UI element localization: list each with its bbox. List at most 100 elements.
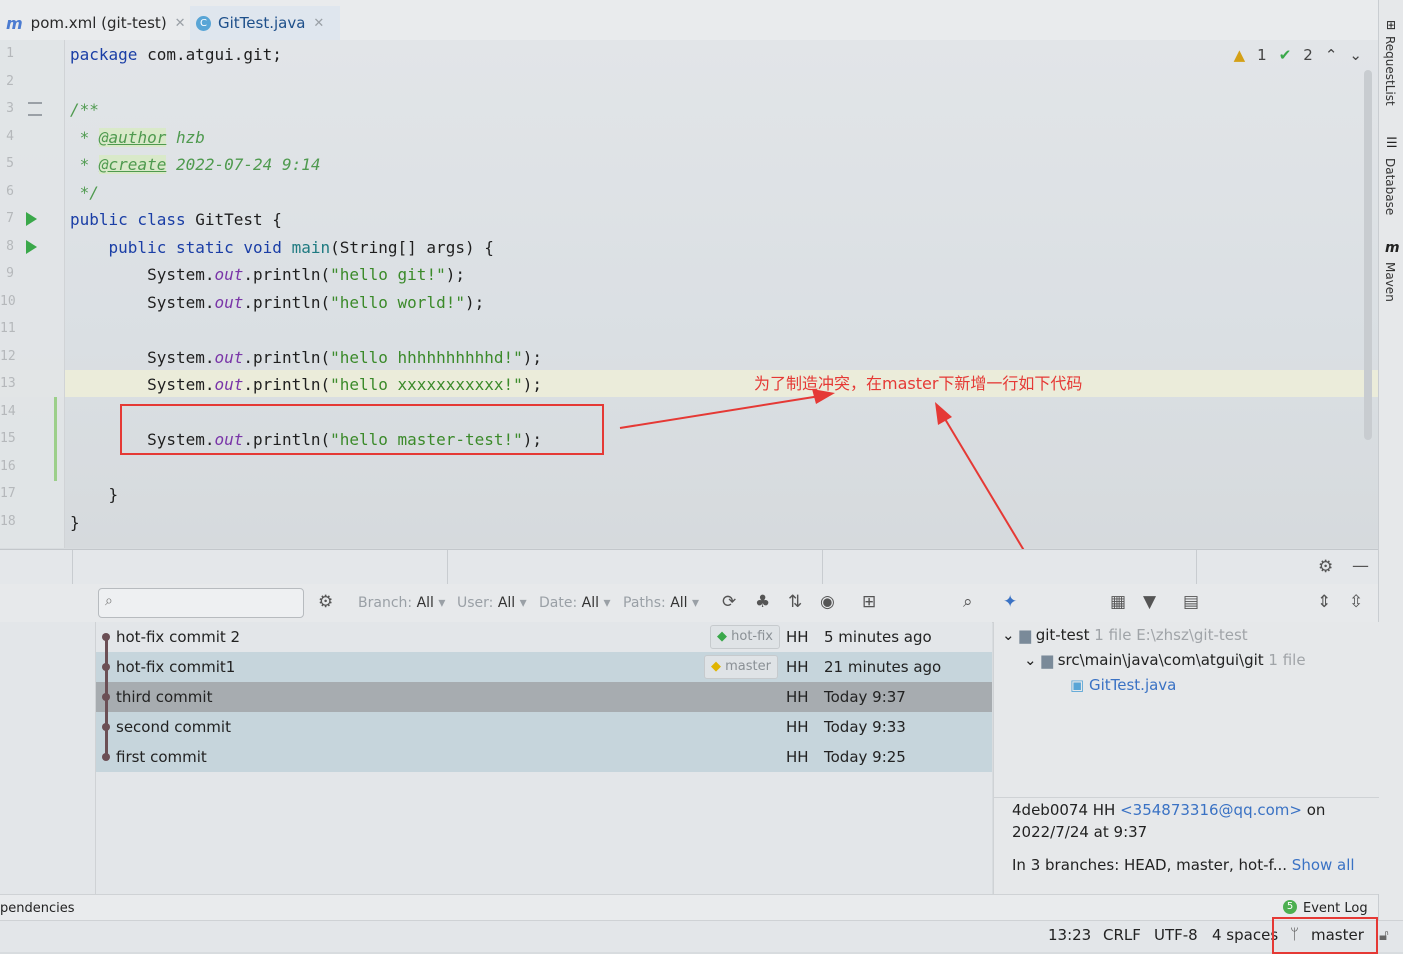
user-filter[interactable]: User: All ▾ — [457, 595, 527, 611]
cherry-pick-icon[interactable]: ♣ — [755, 592, 770, 612]
highlight-box — [120, 404, 604, 455]
tab-pom-xml[interactable]: m pom.xml (git-test) ✕ — [0, 6, 192, 40]
tree-root[interactable]: ⌄ ▆ git-test 1 file E:\zhsz\git-test — [1002, 626, 1248, 644]
caret-position[interactable]: 13:23 — [1048, 926, 1091, 944]
commit-author: HH — [786, 718, 809, 736]
eye-icon[interactable]: ◉ — [820, 592, 835, 612]
line-number: 4 — [6, 129, 14, 144]
code-line: public static void main(String[] args) { — [108, 238, 494, 257]
java-file-icon: ▣ — [1070, 676, 1085, 694]
line-number: 18 — [0, 514, 16, 529]
paths-filter[interactable]: Paths: All ▾ — [623, 595, 699, 611]
warning-count: 1 — [1257, 46, 1267, 64]
folder-icon: ▆ — [1019, 626, 1031, 644]
show-all-link[interactable]: Show all — [1292, 856, 1355, 874]
code-line: * @author hzb — [70, 128, 205, 147]
commit-date: Today 9:37 — [824, 688, 906, 706]
commit-author: HH — [786, 748, 809, 766]
table-row[interactable]: hot-fix commit1 ◆ master HH 21 minutes a… — [96, 652, 992, 682]
log-search-input[interactable]: ⌕ — [98, 588, 304, 618]
tab-label: pom.xml (git-test) — [30, 14, 167, 32]
tree-dir[interactable]: ⌄ ▆ src\main\java\com\atgui\git 1 file — [1024, 651, 1306, 669]
request-list-icon[interactable]: ⊞ — [1386, 18, 1396, 32]
gear-icon[interactable]: ⚙ — [1318, 557, 1333, 577]
run-class-icon[interactable] — [26, 212, 37, 226]
line-number: 1 — [6, 46, 14, 61]
line-number: 12 — [0, 349, 16, 364]
grid-icon[interactable]: ▦ — [1110, 592, 1126, 612]
date-filter[interactable]: Date: All ▾ — [539, 595, 610, 611]
close-icon[interactable]: ✕ — [313, 16, 324, 31]
line-number: 14 — [0, 404, 16, 419]
maven-tab[interactable]: Maven — [1383, 262, 1397, 302]
layout-icon[interactable]: ▤ — [1183, 592, 1199, 612]
branch-label: ◆ hot-fix — [710, 625, 781, 649]
table-row[interactable]: first commit HH Today 9:25 — [96, 742, 992, 772]
close-icon[interactable]: ✕ — [175, 16, 186, 31]
table-row[interactable]: hot-fix commit 2 ◆ hot-fix HH 5 minutes … — [96, 622, 992, 652]
fold-doc-icon[interactable] — [28, 102, 42, 116]
dependencies-tab[interactable]: pendencies — [0, 901, 75, 916]
tree-file[interactable]: ▣ GitTest.java — [1070, 676, 1176, 694]
expand-all-icon[interactable]: ⇕ — [1317, 592, 1331, 612]
refresh-icon[interactable]: ⟳ — [722, 592, 736, 612]
table-row[interactable]: third commit HH Today 9:37 — [96, 682, 992, 712]
run-main-icon[interactable] — [26, 240, 37, 254]
commit-author: HH — [786, 658, 809, 676]
database-icon[interactable]: ☰ — [1386, 136, 1398, 151]
commit-date: 5 minutes ago — [824, 628, 932, 646]
table-row[interactable]: second commit HH Today 9:33 — [96, 712, 992, 742]
collapse-all-icon[interactable]: ⇳ — [1349, 592, 1363, 612]
gear-icon[interactable]: ⚙ — [318, 592, 333, 612]
minimize-icon[interactable]: — — [1352, 556, 1369, 576]
code-line: } — [70, 513, 80, 532]
line-separator[interactable]: CRLF — [1103, 926, 1141, 944]
filter-icon[interactable]: ▼ — [1143, 592, 1156, 612]
branches-pane — [0, 622, 96, 894]
event-log-tab[interactable]: Event Log — [1303, 901, 1368, 916]
commit-date: Today 9:25 — [824, 748, 906, 766]
code-editor[interactable]: 1 2 3 4 5 6 7 8 9 10 11 12 13 14 15 16 1… — [0, 40, 1378, 548]
lock-icon[interactable]: 🔓︎ — [1379, 926, 1389, 944]
folder-icon: ▆ — [1041, 651, 1053, 669]
tag-icon: ◆ — [711, 659, 721, 674]
check-icon: ✔ — [1278, 46, 1292, 64]
line-number: 15 — [0, 431, 16, 446]
line-number: 7 — [6, 211, 14, 226]
pin-icon[interactable]: ✦ — [1003, 592, 1017, 612]
file-encoding[interactable]: UTF-8 — [1154, 926, 1198, 944]
editor-scrollbar[interactable] — [1364, 70, 1372, 440]
commit-details-pane: ⌄ ▆ git-test 1 file E:\zhsz\git-test ⌄ ▆… — [993, 622, 1379, 894]
database-tab[interactable]: Database — [1383, 158, 1397, 215]
chevron-down-icon[interactable]: ⌄ — [1002, 626, 1015, 644]
request-list-tab[interactable]: RequestList — [1383, 36, 1397, 106]
author-email[interactable]: <354873316@qq.com> — [1120, 801, 1302, 819]
maven-icon[interactable]: m — [1385, 240, 1400, 256]
search-icon: ⌕ — [105, 593, 113, 609]
chevron-down-icon[interactable]: ⌄ — [1024, 651, 1037, 669]
ok-count: 2 — [1303, 46, 1313, 64]
new-tab-icon[interactable]: ⊞ — [862, 592, 876, 612]
code-line: System.out.println("hello world!"); — [147, 293, 485, 312]
line-number: 10 — [0, 294, 16, 309]
chevron-down-icon[interactable]: ⌄ — [1349, 46, 1362, 64]
status-bar: 13:23 CRLF UTF-8 4 spaces ᛘ master 🔓︎ — [0, 920, 1403, 952]
chevron-up-icon[interactable]: ⌃ — [1325, 46, 1338, 64]
commit-date: 21 minutes ago — [824, 658, 942, 676]
commit-date: Today 9:33 — [824, 718, 906, 736]
branch-filter[interactable]: Branch: All ▾ — [358, 595, 445, 611]
line-number: 9 — [6, 266, 14, 281]
sort-icon[interactable]: ⇅ — [788, 592, 802, 612]
line-number: 11 — [0, 321, 16, 336]
tab-gittest-java[interactable]: C GitTest.java ✕ — [190, 6, 340, 43]
commit-message: hot-fix commit 2 — [116, 628, 241, 646]
indent-setting[interactable]: 4 spaces — [1212, 926, 1278, 944]
maven-file-icon: m — [6, 13, 23, 33]
search-icon[interactable]: ⌕ — [963, 592, 973, 612]
commit-message: second commit — [116, 718, 231, 736]
commit-message: hot-fix commit1 — [116, 658, 236, 676]
branch-label: ◆ master — [704, 655, 778, 679]
commit-date-detail: 2022/7/24 at 9:37 — [1012, 823, 1148, 841]
code-line: /** — [70, 100, 99, 119]
inspection-widget[interactable]: ▲ 1 ✔ 2 ⌃ ⌄ — [1234, 46, 1362, 64]
